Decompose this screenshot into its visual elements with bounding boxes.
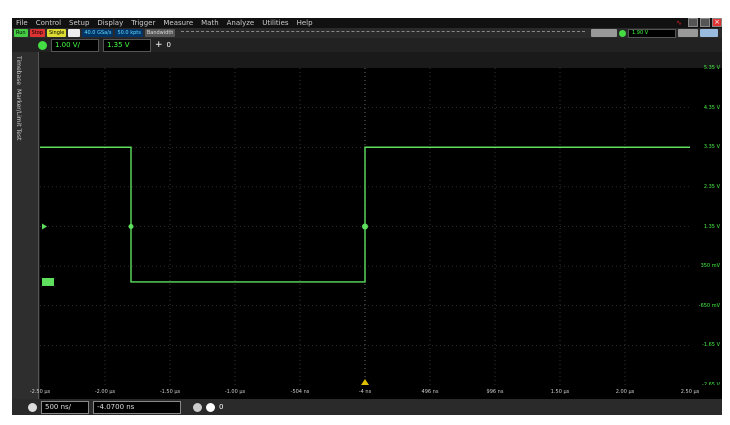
tab-marker-limit[interactable]: Marker/Limit Test — [15, 89, 22, 140]
run-button[interactable]: Run — [14, 29, 28, 37]
menu-analyze[interactable]: Analyze — [227, 18, 255, 28]
menu-control[interactable]: Control — [36, 18, 61, 28]
y-tick-label: 3.35 V — [703, 144, 720, 151]
side-panel: Timebase Marker/Limit Test — [12, 52, 39, 402]
x-tick-label: -1.50 µs — [159, 389, 181, 395]
toolbar: Run Stop Single 40.0 GSa/s 50.0 kpts Ban… — [12, 28, 722, 38]
channel-offset[interactable]: 1.35 V — [103, 38, 151, 52]
clear-button[interactable] — [68, 29, 81, 37]
x-tick-label: -504 ns — [290, 389, 310, 395]
menu-setup[interactable]: Setup — [69, 18, 89, 28]
menu-display[interactable]: Display — [97, 18, 123, 28]
waveform-display[interactable] — [40, 68, 690, 385]
x-tick-label: 996 ns — [486, 389, 504, 395]
oscilloscope-window: File Control Setup Display Trigger Measure Mat… — [12, 18, 722, 415]
x-tick-label: 2.00 µs — [615, 389, 635, 395]
y-tick-label: 2.35 V — [703, 183, 720, 190]
menu-help[interactable]: Help — [297, 18, 313, 28]
memory-depth: 50.0 kpts — [115, 29, 143, 37]
sample-rate: 40.0 GSa/s — [82, 29, 114, 37]
menu-trigger[interactable]: Trigger — [131, 18, 155, 28]
x-tick-label: -2.00 µs — [94, 389, 116, 395]
timebase-icon[interactable] — [28, 402, 37, 412]
y-axis: 5.35 V 4.35 V 3.35 V 2.35 V 1.35 V 350 mV -650… — [690, 65, 722, 388]
timebase-scale[interactable]: 500 ns/ — [41, 400, 89, 414]
trigger-source-icon — [619, 29, 626, 37]
zoom-icon[interactable] — [193, 402, 202, 412]
x-tick-label: -1.00 µs — [224, 389, 246, 395]
x-tick-label: 1.50 µs — [550, 389, 570, 395]
close-button[interactable]: × — [712, 18, 722, 27]
timebase-delay[interactable]: -4.0700 ns — [93, 400, 181, 414]
y-tick-label: 350 mV — [700, 263, 720, 270]
x-tick-label: 496 ns — [421, 389, 439, 395]
menu-utilities[interactable]: Utilities — [262, 18, 288, 28]
timebase-bar: 500 ns/ -4.0700 ns 0 — [12, 399, 722, 415]
help-button[interactable] — [700, 29, 718, 37]
bandwidth-button[interactable]: Bandwidth — [144, 29, 176, 37]
menu-bar: File Control Setup Display Trigger Measure Mat… — [12, 18, 722, 28]
y-tick-label: 5.35 V — [703, 65, 720, 71]
y-tick-label: -1.65 V — [702, 342, 720, 349]
trigger-point-marker — [362, 223, 368, 230]
channel1-trace — [40, 146, 690, 283]
channel1-icon[interactable] — [38, 40, 47, 50]
channel-count: 0 — [166, 41, 172, 49]
tab-timebase[interactable]: Timebase — [15, 56, 22, 85]
channel-bar: 1.00 V/ 1.35 V + 0 — [12, 38, 722, 52]
add-channel-button[interactable]: + — [155, 40, 163, 50]
trigger-mode-button[interactable] — [591, 29, 617, 37]
x-tick-label: -2.50 µs — [29, 389, 51, 395]
x-tick-label: -4 ns — [358, 389, 372, 395]
single-button[interactable]: Single — [46, 29, 67, 37]
channel1-ground-marker — [42, 277, 54, 286]
window-controls: × — [688, 18, 722, 27]
x-tick-label: 2.50 µs — [680, 389, 700, 395]
y-tick-label: 1.35 V — [703, 223, 720, 230]
record-overview[interactable] — [181, 30, 585, 36]
menu-file[interactable]: File — [16, 18, 28, 28]
edge-marker — [128, 224, 134, 229]
add-timebase-icon[interactable] — [206, 402, 215, 412]
channel-scale[interactable]: 1.00 V/ — [51, 38, 99, 52]
menu-math[interactable]: Math — [201, 18, 219, 28]
y-tick-label: 4.35 V — [703, 104, 720, 111]
stop-button[interactable]: Stop — [29, 29, 45, 37]
maximize-button[interactable] — [700, 18, 710, 27]
menu-measure[interactable]: Measure — [163, 18, 193, 28]
trigger-level[interactable]: 1.90 V — [628, 28, 676, 38]
timebase-count: 0 — [219, 403, 224, 411]
x-axis: -2.50 µs -2.00 µs -1.50 µs -1.00 µs -504 ns -… — [30, 385, 722, 399]
zoom-button[interactable] — [678, 29, 698, 37]
trigger-level-icon — [42, 223, 47, 230]
keysight-logo: ∿ — [676, 19, 682, 27]
y-tick-label: -650 mV — [698, 302, 720, 309]
minimize-button[interactable] — [688, 18, 698, 27]
